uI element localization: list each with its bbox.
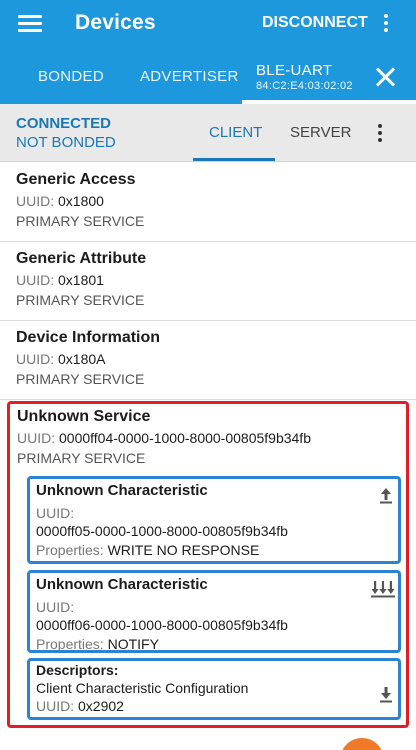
download-arrow-icon[interactable] [376,685,396,705]
service-uuid: UUID: 0000ff04-0000-1000-8000-00805f9b34… [17,430,311,446]
tab-client[interactable]: CLIENT [209,124,262,141]
multi-download-icon[interactable] [370,579,396,599]
service-uuid: UUID: 0x1800 [16,193,104,209]
hamburger-menu-icon[interactable] [18,12,42,34]
bond-state: NOT BONDED [16,134,116,151]
descriptor-name: Client Characteristic Configuration [36,680,249,696]
descriptors-heading: Descriptors: [36,662,119,678]
service-item-unknown-service[interactable]: Unknown Service UUID: 0000ff04-0000-1000… [7,401,409,728]
service-uuid: UUID: 0x180A [16,351,106,367]
tab-connected-device[interactable]: BLE-UART 84:C2:E4:03:02:02 [256,62,353,92]
service-item-generic-access[interactable]: Generic Access UUID: 0x1800 PRIMARY SERV… [0,163,416,242]
characteristic-uuid: 0000ff05-0000-1000-8000-00805f9b34fb [36,523,288,539]
overflow-menu-icon[interactable] [380,12,392,36]
device-tabs: BONDED ADVERTISER BLE-UART 84:C2:E4:03:0… [0,54,416,104]
characteristic-uuid-label: UUID: [36,599,75,615]
characteristic-item-notify[interactable]: Unknown Characteristic UUID: 0000ff06-00… [27,570,401,653]
close-icon[interactable] [374,66,396,88]
service-name: Generic Access [16,171,136,188]
descriptor-uuid: UUID: 0x2902 [36,698,124,714]
service-name: Unknown Service [17,408,151,425]
client-tab-indicator [193,158,275,161]
tab-bonded[interactable]: BONDED [38,68,104,85]
tab-advertiser[interactable]: ADVERTISER [140,68,239,85]
device-name: BLE-UART [256,62,333,79]
floating-action-button[interactable] [340,738,384,750]
service-name: Generic Attribute [16,250,147,267]
characteristic-name: Unknown Characteristic [36,482,208,499]
service-type: PRIMARY SERVICE [16,292,145,308]
disconnect-button[interactable]: DISCONNECT [262,14,368,32]
service-type: PRIMARY SERVICE [17,450,146,466]
characteristic-uuid-label: UUID: [36,505,75,521]
service-uuid: UUID: 0x1801 [16,272,104,288]
app-bar: Devices DISCONNECT BONDED ADVERTISER BLE… [0,0,416,104]
service-name: Device Information [16,329,161,346]
service-item-device-information[interactable]: Device Information UUID: 0x180A PRIMARY … [0,321,416,400]
connection-status-bar: CONNECTED NOT BONDED CLIENT SERVER [0,104,416,162]
descriptor-item-cccd[interactable]: Descriptors: Client Characteristic Confi… [27,658,401,720]
characteristic-name: Unknown Characteristic [36,576,208,593]
service-item-generic-attribute[interactable]: Generic Attribute UUID: 0x1801 PRIMARY S… [0,242,416,321]
service-type: PRIMARY SERVICE [16,213,145,229]
characteristic-uuid: 0000ff06-0000-1000-8000-00805f9b34fb [36,617,288,633]
connection-state: CONNECTED [16,115,112,132]
tab-server[interactable]: SERVER [290,124,351,141]
device-mac-address: 84:C2:E4:03:02:02 [256,80,353,92]
more-options-icon[interactable] [374,122,386,146]
characteristic-item-write[interactable]: Unknown Characteristic UUID: 0000ff05-00… [27,476,401,564]
characteristic-properties: Properties: WRITE NO RESPONSE [36,542,260,558]
service-type: PRIMARY SERVICE [16,371,145,387]
characteristic-properties: Properties: NOTIFY [36,636,159,652]
upload-arrow-icon[interactable] [376,485,396,505]
app-title: Devices [75,11,156,34]
